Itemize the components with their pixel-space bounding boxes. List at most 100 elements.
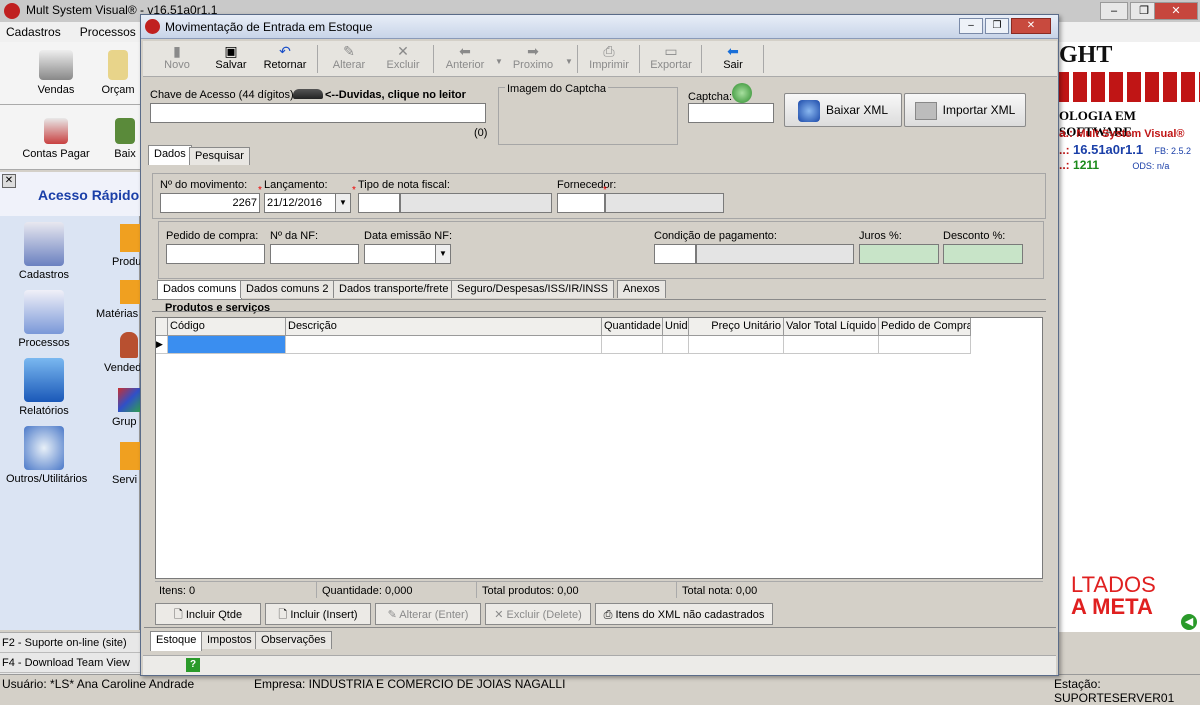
totals-divider <box>676 582 677 598</box>
cash-register-icon <box>39 50 73 80</box>
col-codigo[interactable]: Código <box>168 318 286 336</box>
col-quantidade[interactable]: Quantidade <box>602 318 663 336</box>
incluir-qtde-button[interactable]: 🗋 Incluir Qtde <box>155 603 261 625</box>
alterar-enter-button[interactable]: ✎ Alterar (Enter) <box>375 603 481 625</box>
fornecedor-desc-field <box>605 193 724 213</box>
grid-cell-descricao[interactable] <box>286 336 602 354</box>
tab-estoque[interactable]: Estoque <box>150 631 203 651</box>
baixar-xml-button[interactable]: Baixar XML <box>784 93 902 127</box>
tab-dados-comuns[interactable]: Dados comuns <box>157 280 243 300</box>
acesso-produtos[interactable]: Produ <box>100 224 140 268</box>
imprimir-button[interactable]: ⎙ Imprimir <box>583 43 635 75</box>
download-teamviewer-link[interactable]: F4 - Download Team View <box>0 653 140 673</box>
books-icon <box>115 118 135 144</box>
exportar-button[interactable]: ▭ Exportar <box>645 43 697 75</box>
orcamento-button[interactable]: Orçam <box>96 50 140 96</box>
desconto-input[interactable] <box>943 244 1023 264</box>
contas-pagar-button[interactable]: Contas Pagar <box>16 118 96 160</box>
grid-cell-codigo[interactable] <box>168 336 286 354</box>
arrow-left-circle-icon[interactable]: ◀ <box>1181 614 1197 630</box>
alterar-button[interactable]: ✎ Alterar <box>323 43 375 75</box>
products-grid[interactable]: Código Descrição Quantidade Unid Preço U… <box>155 317 1043 579</box>
excluir-delete-button[interactable]: ✕ Excluir (Delete) <box>485 603 591 625</box>
chave-help-link[interactable]: <--Duvidas, clique no leitor <box>325 89 466 101</box>
col-unid[interactable]: Unid <box>663 318 689 336</box>
lancamento-input[interactable]: 21/12/2016 <box>264 193 336 213</box>
anterior-button[interactable]: ⬅ Anterior <box>439 43 491 75</box>
itens-xml-button[interactable]: ⎙ Itens do XML não cadastrados <box>595 603 773 625</box>
col-descricao[interactable]: Descrição <box>286 318 602 336</box>
acesso-cadastros[interactable]: Cadastros <box>6 222 82 281</box>
grid-cell-pedido[interactable] <box>879 336 971 354</box>
num-movimento-input[interactable]: 2267 <box>160 193 260 213</box>
excluir-button[interactable]: ✕ Excluir <box>377 43 429 75</box>
dialog-close-button[interactable]: ✕ <box>1011 18 1051 34</box>
grid-cell-preco[interactable] <box>689 336 784 354</box>
grid-cell-valor[interactable] <box>784 336 879 354</box>
sair-button[interactable]: ⬅ Sair <box>707 43 759 75</box>
tab-dados-transporte[interactable]: Dados transporte/frete <box>333 280 455 298</box>
fornecedor-code-input[interactable] <box>557 193 605 213</box>
emissao-dropdown-icon[interactable]: ▼ <box>435 244 451 264</box>
materials-icon <box>120 280 140 304</box>
acesso-processos[interactable]: Processos <box>6 290 82 349</box>
juros-label: Juros %: <box>859 230 902 242</box>
acesso-relatorios[interactable]: Relatórios <box>6 358 82 417</box>
acesso-grupos[interactable]: Grup <box>112 388 140 428</box>
novo-button[interactable]: ▮ Novo <box>151 43 203 75</box>
dialog-minimize-button[interactable]: – <box>959 18 983 34</box>
acesso-vendedores[interactable]: Vended <box>104 332 140 374</box>
baixa-button[interactable]: Baix <box>110 118 140 160</box>
incluir-insert-button[interactable]: 🗋 Incluir (Insert) <box>265 603 371 625</box>
totals-divider <box>476 582 477 598</box>
tab-pesquisar[interactable]: Pesquisar <box>189 147 250 165</box>
tab-dados[interactable]: Dados <box>148 145 192 165</box>
col-preco-unitario[interactable]: Preço Unitário <box>689 318 784 336</box>
captcha-input[interactable] <box>688 103 774 123</box>
acesso-servicos[interactable]: Servi <box>112 442 140 486</box>
close-panel-button[interactable]: ✕ <box>2 174 16 188</box>
date-dropdown-icon[interactable]: ▼ <box>335 193 351 213</box>
refresh-captcha-icon[interactable] <box>732 83 752 103</box>
importar-xml-button[interactable]: Importar XML <box>904 93 1026 127</box>
grid-cell-unid[interactable] <box>663 336 689 354</box>
proximo-dropdown-icon[interactable]: ▼ <box>565 57 573 66</box>
col-valor-total[interactable]: Valor Total Líquido <box>784 318 879 336</box>
pedido-compra-input[interactable] <box>166 244 265 264</box>
menu-processos[interactable]: Processos <box>80 25 136 39</box>
total-quantidade: Quantidade: 0,000 <box>322 585 413 597</box>
status-user: Usuário: *LS* Ana Caroline Andrade <box>2 677 195 691</box>
vendas-button[interactable]: Vendas <box>16 50 96 96</box>
help-icon[interactable]: ? <box>186 658 200 672</box>
acesso-outros[interactable]: Outros/Utilitários <box>6 426 87 485</box>
tab-seguro-despesas[interactable]: Seguro/Despesas/ISS/IR/INSS <box>451 280 615 298</box>
num-nf-label: Nº da NF: <box>270 230 319 242</box>
tab-observacoes[interactable]: Observações <box>255 631 332 649</box>
num-movimento-label: Nº do movimento: <box>160 179 248 191</box>
close-button[interactable]: ✕ <box>1154 2 1198 20</box>
col-pedido-compra[interactable]: Pedido de Compra <box>879 318 971 336</box>
toolbar-separator <box>701 45 702 73</box>
condicao-code-input[interactable] <box>654 244 696 264</box>
tipo-nf-code-input[interactable] <box>358 193 400 213</box>
tab-impostos[interactable]: Impostos <box>201 631 258 649</box>
num-nf-input[interactable] <box>270 244 359 264</box>
grid-cell-quantidade[interactable] <box>602 336 663 354</box>
chave-acesso-input[interactable] <box>150 103 486 123</box>
tab-dados-comuns-2[interactable]: Dados comuns 2 <box>240 280 335 298</box>
juros-input[interactable] <box>859 244 939 264</box>
data-emissao-input[interactable] <box>364 244 436 264</box>
tab-anexos[interactable]: Anexos <box>617 280 666 298</box>
anterior-dropdown-icon[interactable]: ▼ <box>495 57 503 66</box>
retornar-button[interactable]: ↶ Retornar <box>259 43 311 75</box>
dialog-restore-button[interactable]: ❐ <box>985 18 1009 34</box>
exit-arrow-icon: ⬅ <box>727 43 739 59</box>
acesso-materias[interactable]: Matérias <box>96 280 140 320</box>
salvar-button[interactable]: ▣ Salvar <box>205 43 257 75</box>
suporte-online-link[interactable]: F2 - Suporte on-line (site) <box>0 633 140 653</box>
chave-count: (0) <box>474 127 488 139</box>
barcode-reader-icon[interactable] <box>293 89 323 99</box>
menu-cadastros[interactable]: Cadastros <box>6 25 61 39</box>
proximo-button[interactable]: ➡ Proximo <box>507 43 559 75</box>
minimize-button[interactable]: – <box>1100 2 1128 20</box>
